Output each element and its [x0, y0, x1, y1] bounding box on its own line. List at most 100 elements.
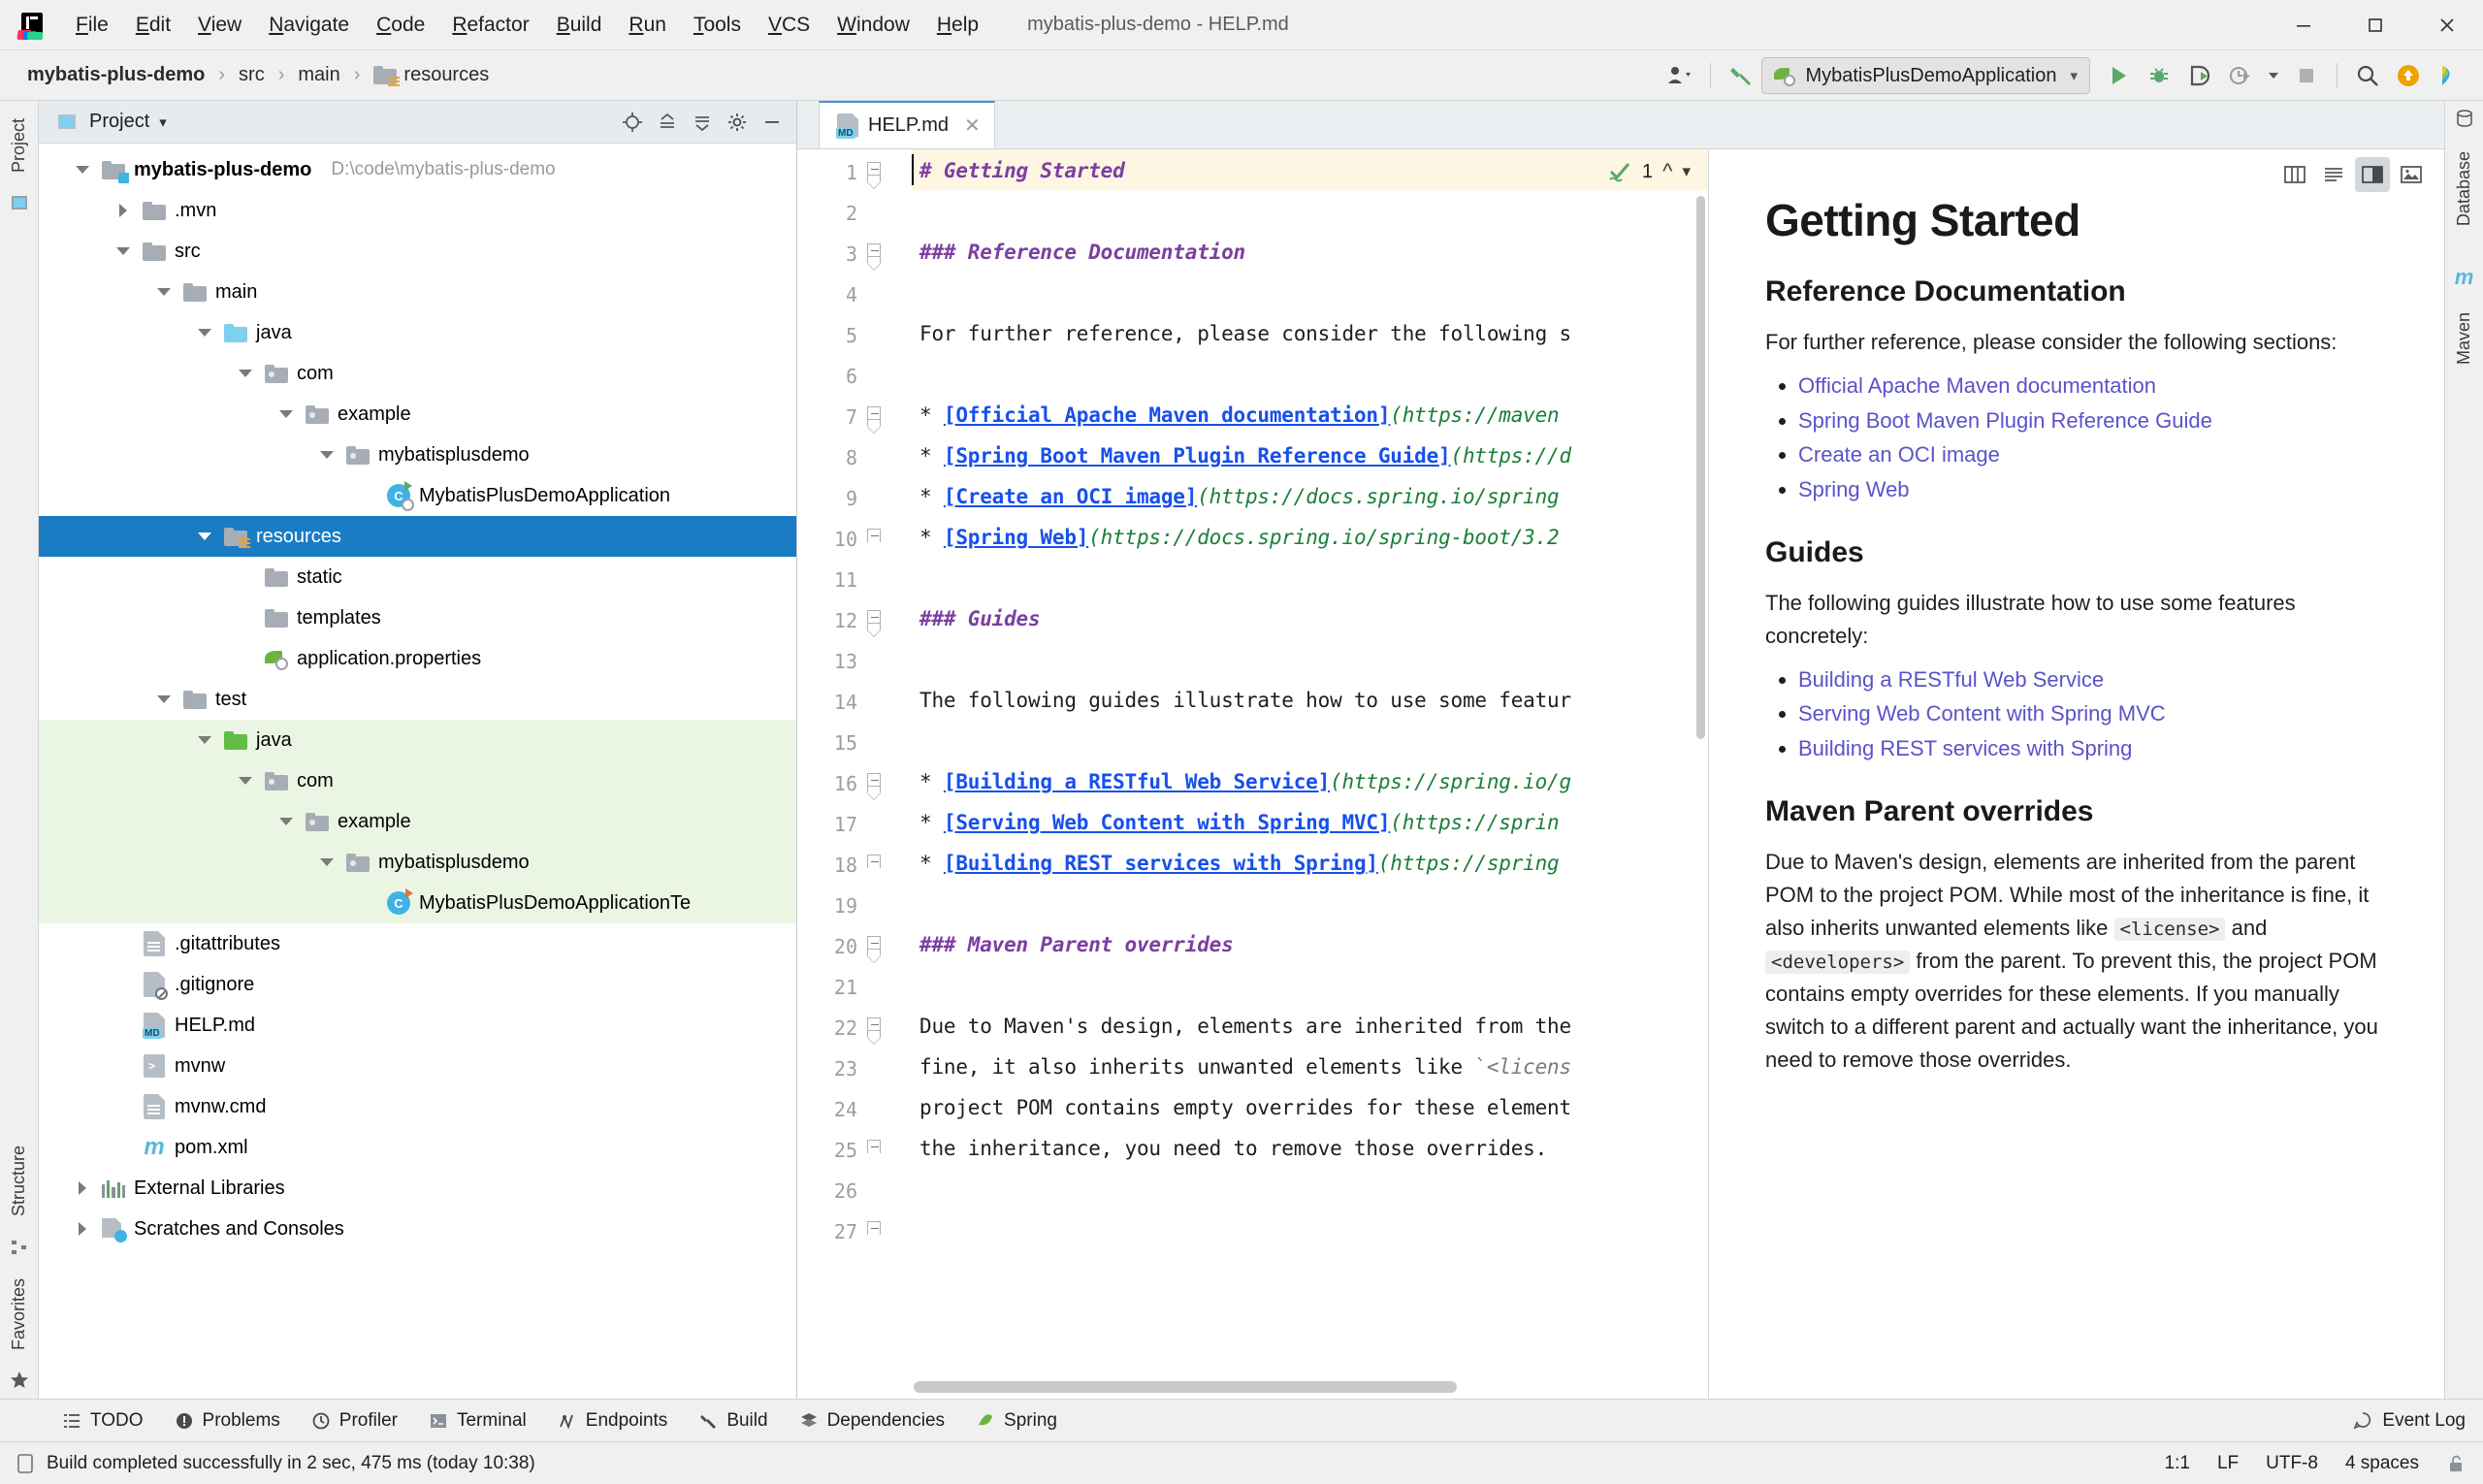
fold-marker-icon[interactable]: [867, 529, 885, 546]
tree-node-pom-xml[interactable]: m pom.xml: [39, 1127, 796, 1168]
chevron-down-icon[interactable]: [316, 858, 338, 866]
tree-node-mybatisplusdemo[interactable]: mybatisplusdemo: [39, 842, 796, 883]
chevron-right-icon[interactable]: [72, 1222, 93, 1236]
hide-icon[interactable]: [756, 106, 789, 139]
tree-node-external-libraries[interactable]: External Libraries: [39, 1168, 796, 1209]
editor-horizontal-scrollbar[interactable]: [914, 1381, 1693, 1393]
fold-marker-icon[interactable]: [867, 243, 885, 264]
fold-marker-icon[interactable]: [867, 162, 885, 182]
editor-gutter[interactable]: 1 2 3 4 5 6 7 8 9 10 11 12 13 14 15 16 17 18 19 20 21 22 23 24 2…: [797, 149, 912, 1399]
indent-setting[interactable]: 4 spaces: [2345, 1453, 2419, 1474]
code-line[interactable]: ### Reference Documentation: [919, 241, 1245, 264]
menu-item-window[interactable]: Window: [823, 10, 923, 41]
preview-link[interactable]: Serving Web Content with Spring MVC: [1798, 701, 2166, 726]
fold-marker-icon[interactable]: [867, 773, 885, 793]
next-problem-icon[interactable]: ▾: [1682, 162, 1691, 181]
close-icon[interactable]: ✕: [964, 113, 981, 138]
chevron-down-icon[interactable]: ▾: [159, 113, 167, 131]
profile-icon[interactable]: [1660, 55, 1700, 96]
unlocked-icon[interactable]: [2446, 1453, 2466, 1474]
tree-node-application-properties[interactable]: application.properties: [39, 638, 796, 679]
fold-marker-icon[interactable]: [867, 1140, 885, 1157]
caret-position[interactable]: 1:1: [2165, 1453, 2190, 1474]
tool-window-dependencies[interactable]: Dependencies: [784, 1406, 960, 1436]
collapse-all-icon[interactable]: [651, 106, 684, 139]
fold-marker-icon[interactable]: [867, 1017, 885, 1038]
run-coverage-icon[interactable]: [2179, 55, 2220, 96]
code-line[interactable]: * [Spring Web](https://docs.spring.io/sp…: [919, 526, 1560, 549]
code-line[interactable]: * [Building a RESTful Web Service](https…: [919, 770, 1571, 793]
code-line[interactable]: fine, it also inherits unwanted elements…: [919, 1055, 1571, 1079]
code-line[interactable]: * [Spring Boot Maven Plugin Reference Gu…: [919, 444, 1571, 468]
tree-node-mybatisplusdemoapplication[interactable]: C MybatisPlusDemoApplication: [39, 475, 796, 516]
code-line[interactable]: project POM contains empty overrides for…: [919, 1096, 1571, 1119]
menu-item-file[interactable]: File: [62, 10, 122, 41]
fold-marker-icon[interactable]: [867, 936, 885, 956]
code-lines[interactable]: # Getting Started ### Reference Documenta…: [912, 149, 1708, 1399]
tree-node-example[interactable]: example: [39, 394, 796, 435]
tree-node-mybatis-plus-demo[interactable]: mybatis-plus-demo D:\code\mybatis-plus-de…: [39, 149, 796, 190]
inspection-widget[interactable]: 1 ^ ▾: [1607, 159, 1691, 184]
fold-marker-icon[interactable]: [867, 406, 885, 427]
chevron-down-icon[interactable]: [275, 818, 297, 825]
line-separator[interactable]: LF: [2217, 1453, 2239, 1474]
debug-icon[interactable]: [2139, 55, 2179, 96]
chevron-right-icon[interactable]: [113, 204, 134, 217]
file-encoding[interactable]: UTF-8: [2266, 1453, 2318, 1474]
preview-link[interactable]: Building REST services with Spring: [1798, 736, 2132, 760]
preview-link[interactable]: Create an OCI image: [1798, 442, 2000, 467]
expand-all-icon[interactable]: [686, 106, 719, 139]
tree-node-templates[interactable]: templates: [39, 597, 796, 638]
preview-link[interactable]: Spring Web: [1798, 477, 1910, 501]
preview-link[interactable]: Building a RESTful Web Service: [1798, 667, 2104, 692]
chevron-down-icon[interactable]: [72, 166, 93, 174]
settings-icon[interactable]: [721, 106, 754, 139]
update-icon[interactable]: [2388, 55, 2429, 96]
tree-node-mybatisplusdemoapplicationte[interactable]: C MybatisPlusDemoApplicationTe: [39, 883, 796, 923]
chevron-down-icon[interactable]: [194, 329, 215, 337]
search-icon[interactable]: [2347, 55, 2388, 96]
tool-window-todo[interactable]: TODO: [47, 1406, 159, 1436]
tool-window-spring[interactable]: Spring: [960, 1406, 1073, 1436]
show-editor-and-preview-icon[interactable]: [2355, 157, 2390, 192]
run-configuration-selector[interactable]: MybatisPlusDemoApplication ▾: [1761, 57, 2090, 94]
fold-marker-icon[interactable]: [867, 855, 885, 872]
chevron-down-icon[interactable]: [194, 532, 215, 540]
profiler-run-icon[interactable]: [2220, 55, 2261, 96]
hammer-icon[interactable]: [1721, 55, 1761, 96]
breadcrumb-item-src[interactable]: src: [233, 61, 271, 89]
code-line[interactable]: The following guides illustrate how to u…: [919, 689, 1571, 712]
show-preview-icon[interactable]: [2394, 157, 2429, 192]
preview-link[interactable]: Spring Boot Maven Plugin Reference Guide: [1798, 408, 2212, 433]
minimize-button[interactable]: [2268, 0, 2339, 50]
menu-item-view[interactable]: View: [184, 10, 255, 41]
project-tree[interactable]: mybatis-plus-demo D:\code\mybatis-plus-de…: [39, 144, 796, 1399]
menu-item-build[interactable]: Build: [543, 10, 616, 41]
menu-item-edit[interactable]: Edit: [122, 10, 184, 41]
code-line[interactable]: the inheritance, you need to remove thos…: [919, 1137, 1547, 1160]
tree-node-test[interactable]: test: [39, 679, 796, 720]
rail-item-structure[interactable]: Structure: [7, 1136, 31, 1226]
show-editor-icon[interactable]: [2316, 157, 2351, 192]
code-line[interactable]: * [Building REST services with Spring](h…: [919, 852, 1560, 875]
maximize-button[interactable]: [2339, 0, 2411, 50]
tree-node-mvnw-cmd[interactable]: mvnw.cmd: [39, 1086, 796, 1127]
code-line[interactable]: Due to Maven's design, elements are inhe…: [919, 1015, 1571, 1038]
breadcrumb-item-main[interactable]: main: [292, 61, 345, 89]
menu-item-tools[interactable]: Tools: [680, 10, 755, 41]
code-line[interactable]: * [Official Apache Maven documentation](…: [919, 403, 1560, 427]
tree-node-mvnw[interactable]: > mvnw: [39, 1046, 796, 1086]
chevron-down-icon[interactable]: [113, 247, 134, 255]
chevron-down-icon[interactable]: [275, 410, 297, 418]
chevron-down-icon[interactable]: [153, 288, 175, 296]
breadcrumb-item-resources[interactable]: resources: [368, 61, 495, 89]
tree-node--mvn[interactable]: .mvn: [39, 190, 796, 231]
menu-item-run[interactable]: Run: [615, 10, 680, 41]
rail-item-database[interactable]: Database: [2452, 142, 2476, 236]
chevron-down-icon[interactable]: [2261, 55, 2286, 96]
code-line[interactable]: * [Serving Web Content with Spring MVC](…: [919, 811, 1560, 834]
event-log-button[interactable]: Event Log: [2352, 1410, 2466, 1432]
chevron-down-icon[interactable]: [235, 777, 256, 785]
tree-node-resources[interactable]: resources: [39, 516, 796, 557]
rail-item-project[interactable]: Project: [7, 109, 31, 182]
